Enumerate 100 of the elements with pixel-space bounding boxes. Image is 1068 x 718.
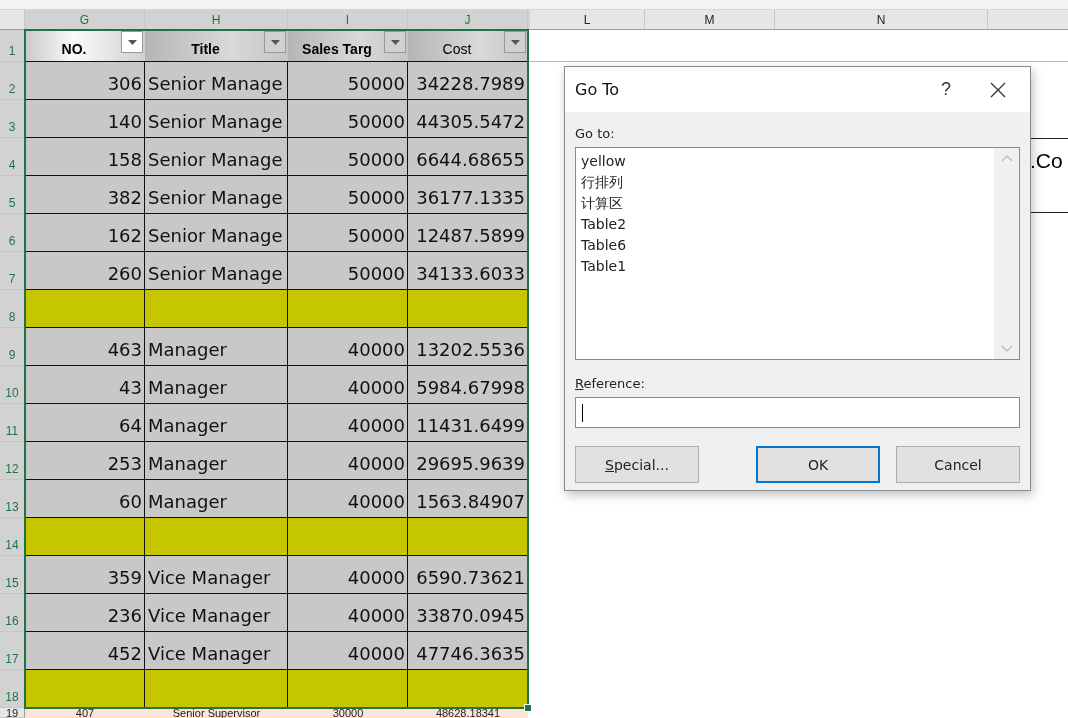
table-cell: 13202.5536: [408, 328, 528, 366]
column-title: NO.: [60, 41, 88, 59]
list-item[interactable]: Table1: [580, 256, 628, 277]
column-title: Sales Targ: [301, 41, 373, 59]
table-cell: 382: [25, 176, 145, 214]
table-cell: 40000: [288, 480, 408, 518]
row-number[interactable]: 15: [0, 556, 25, 594]
table-cell: Manager: [145, 442, 288, 480]
filter-dropdown-button[interactable]: [121, 31, 143, 53]
row-number[interactable]: 12: [0, 442, 25, 480]
table-cell: 162: [25, 214, 145, 252]
table-cell: Manager: [145, 366, 288, 404]
table-cell: Senior Manage: [145, 252, 288, 290]
table-cell: 1563.84907: [408, 480, 528, 518]
table-cell: 44305.5472: [408, 100, 528, 138]
column-header[interactable]: J: [408, 10, 528, 29]
table-cell: Vice Manager: [145, 556, 288, 594]
table-cell: Vice Manager: [145, 594, 288, 632]
row-number[interactable]: 16: [0, 594, 25, 632]
table-cell: 6590.73621: [408, 556, 528, 594]
table-cell: 34228.7989: [408, 62, 528, 100]
ok-button[interactable]: OK: [756, 446, 880, 483]
table-cell: 260: [25, 252, 145, 290]
table-cell: Senior Manage: [145, 100, 288, 138]
row-number[interactable]: 3: [0, 100, 25, 138]
table-cell: Manager: [145, 328, 288, 366]
list-item[interactable]: Table6: [580, 235, 628, 256]
table-cell: 47746.3635: [408, 632, 528, 670]
caret-icon: [270, 39, 280, 45]
table-cell: 40000: [288, 366, 408, 404]
table-cell: 40000: [288, 556, 408, 594]
table-cell: 34133.6033: [408, 252, 528, 290]
list-item[interactable]: 行排列: [580, 172, 624, 193]
column-title: Cost: [441, 41, 473, 59]
table-cell: 60: [25, 480, 145, 518]
table-cell: 40000: [288, 328, 408, 366]
cancel-button[interactable]: Cancel: [896, 446, 1020, 483]
list-item[interactable]: yellow: [580, 151, 627, 172]
special-button[interactable]: Special...: [575, 446, 699, 483]
table-cell: 6644.68655: [408, 138, 528, 176]
column-title: Title: [190, 41, 221, 59]
row-number[interactable]: 14: [0, 518, 25, 556]
help-button[interactable]: ?: [926, 78, 966, 101]
table-cell: 30000: [288, 708, 408, 718]
row-number[interactable]: 11: [0, 404, 25, 442]
row-number[interactable]: 18: [0, 670, 25, 708]
table-cell: 50000: [288, 214, 408, 252]
row-number[interactable]: 19: [0, 708, 25, 718]
dialog-title: Go To: [575, 80, 621, 99]
row-number[interactable]: 4: [0, 138, 25, 176]
row-number[interactable]: 5: [0, 176, 25, 214]
row-number[interactable]: 2: [0, 62, 25, 100]
list-item[interactable]: Table2: [580, 214, 628, 235]
table-cell: 306: [25, 62, 145, 100]
caret-icon: [127, 39, 137, 45]
table-cell: 33870.0945: [408, 594, 528, 632]
row-number[interactable]: 1: [0, 30, 25, 62]
table-cell: 29695.9639: [408, 442, 528, 480]
table-cell: 253: [25, 442, 145, 480]
table-cell: 50000: [288, 100, 408, 138]
row-number[interactable]: 8: [0, 290, 25, 328]
table-cell: 50000: [288, 252, 408, 290]
table-cell: Manager: [145, 404, 288, 442]
table-cell: 40000: [288, 632, 408, 670]
row-number[interactable]: 10: [0, 366, 25, 404]
table-cell: 463: [25, 328, 145, 366]
reference-label: Reference:: [575, 376, 646, 391]
table-cell: Senior Manage: [145, 214, 288, 252]
list-item[interactable]: 计算区: [580, 193, 624, 214]
filter-dropdown-button[interactable]: [384, 31, 406, 53]
table-cell: 40000: [288, 594, 408, 632]
table-cell: 50000: [288, 176, 408, 214]
fill-handle[interactable]: [524, 704, 532, 712]
table-cell: 48628.18341: [408, 708, 528, 718]
column-header[interactable]: H: [145, 10, 288, 29]
table-cell: 36177.1335: [408, 176, 528, 214]
table-cell: 43: [25, 366, 145, 404]
table-cell: Senior Manage: [145, 62, 288, 100]
table-cell: 40000: [288, 442, 408, 480]
table-cell: 50000: [288, 138, 408, 176]
row-number[interactable]: 9: [0, 328, 25, 366]
reference-field[interactable]: [575, 397, 1020, 428]
go-to-label: Go to:: [575, 126, 616, 141]
table-cell: 40000: [288, 404, 408, 442]
column-header[interactable]: I: [288, 10, 408, 29]
column-header[interactable]: G: [25, 10, 145, 29]
caret-icon: [510, 39, 520, 45]
table-cell: 64: [25, 404, 145, 442]
row-number[interactable]: 7: [0, 252, 25, 290]
table-cell: 452: [25, 632, 145, 670]
filter-dropdown-button[interactable]: [504, 31, 526, 53]
row-number[interactable]: 6: [0, 214, 25, 252]
table-cell: 359: [25, 556, 145, 594]
table-cell: 140: [25, 100, 145, 138]
table-cell: Senior Manage: [145, 176, 288, 214]
table-cell: 158: [25, 138, 145, 176]
row-number[interactable]: 17: [0, 632, 25, 670]
row-number[interactable]: 13: [0, 480, 25, 518]
caret-icon: [390, 39, 400, 45]
filter-dropdown-button[interactable]: [264, 31, 286, 53]
